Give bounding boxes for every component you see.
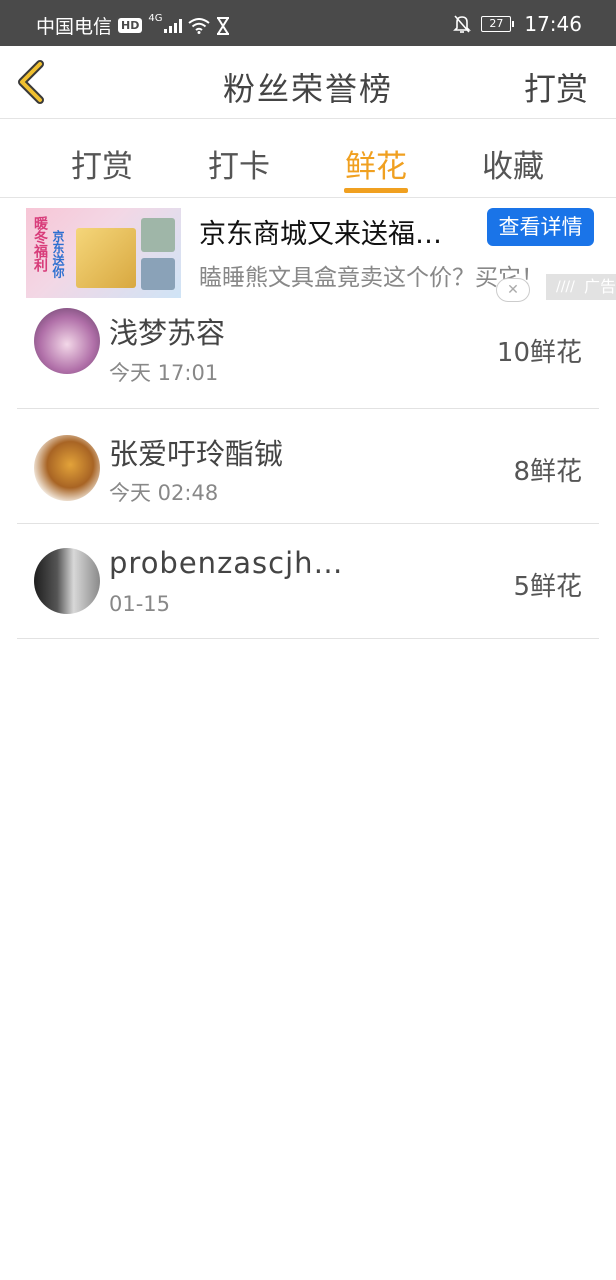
flower-count: 10鲜花 — [496, 338, 582, 368]
battery-icon: 27 — [481, 16, 515, 32]
avatar[interactable] — [34, 308, 100, 374]
fan-date: 今天 17:01 — [109, 361, 219, 385]
view-details-button[interactable]: 查看详情 — [487, 208, 594, 246]
flower-count: 5鲜花 — [513, 572, 582, 602]
status-bar: 中国电信 HD 4G 27 17:46 — [0, 0, 616, 46]
hourglass-icon — [217, 16, 230, 35]
ad-image-text-2: 京东送你 — [51, 230, 65, 278]
wifi-icon — [188, 17, 211, 34]
fan-date: 01-15 — [109, 592, 171, 616]
signal-icon — [164, 18, 183, 33]
fan-date: 今天 02:48 — [109, 481, 219, 505]
ad-label-text: 广告 — [584, 277, 616, 296]
ad-banner[interactable]: 暖冬福利 京东送你 京东商城又来送福… 查看详情 瞌睡熊文具盒竟卖这个价？买它！… — [0, 198, 616, 302]
flower-count: 8鲜花 — [513, 457, 582, 487]
carrier-label: 中国电信 — [36, 16, 113, 38]
avatar[interactable] — [34, 548, 100, 614]
list-item[interactable]: 浅梦苏容 今天 17:01 10鲜花 — [17, 302, 599, 409]
ad-image[interactable]: 暖冬福利 京东送你 — [26, 208, 181, 298]
fan-name: 浅梦苏容 — [109, 316, 226, 350]
status-right: 27 17:46 — [453, 12, 582, 36]
status-left: 中国电信 HD 4G — [36, 12, 230, 39]
tab-bar: 打赏 打卡 鲜花 收藏 — [0, 119, 616, 198]
list-item[interactable]: probenzascjh… 01-15 5鲜花 — [17, 524, 599, 639]
ad-label: //// 广告 — [546, 274, 616, 300]
ad-image-text: 暖冬福利 — [32, 216, 48, 272]
clock: 17:46 — [524, 12, 582, 36]
ad-mark-icon: //// — [556, 279, 575, 295]
hd-badge: HD — [118, 18, 143, 33]
tab-favorites[interactable]: 收藏 — [453, 141, 573, 186]
mute-bell-icon — [453, 15, 472, 33]
avatar[interactable] — [34, 435, 100, 501]
list-item[interactable]: 张爱吁玲酯铖 今天 02:48 8鲜花 — [17, 409, 599, 524]
battery-level: 27 — [481, 16, 512, 32]
fan-name: probenzascjh… — [109, 546, 344, 580]
tab-flowers[interactable]: 鲜花 — [316, 141, 436, 186]
network-type: 4G — [148, 13, 163, 24]
tab-checkin[interactable]: 打卡 — [179, 141, 299, 186]
header: 粉丝荣誉榜 打赏 — [0, 46, 616, 119]
fan-name: 张爱吁玲酯铖 — [109, 437, 284, 471]
close-icon[interactable]: ✕ — [496, 278, 530, 302]
fans-list: 浅梦苏容 今天 17:01 10鲜花 张爱吁玲酯铖 今天 02:48 8鲜花 p… — [0, 302, 616, 639]
reward-button[interactable]: 打赏 — [524, 64, 588, 110]
ad-title[interactable]: 京东商城又来送福… — [199, 212, 474, 251]
tab-active-indicator — [344, 188, 408, 193]
tab-reward[interactable]: 打赏 — [42, 141, 162, 186]
